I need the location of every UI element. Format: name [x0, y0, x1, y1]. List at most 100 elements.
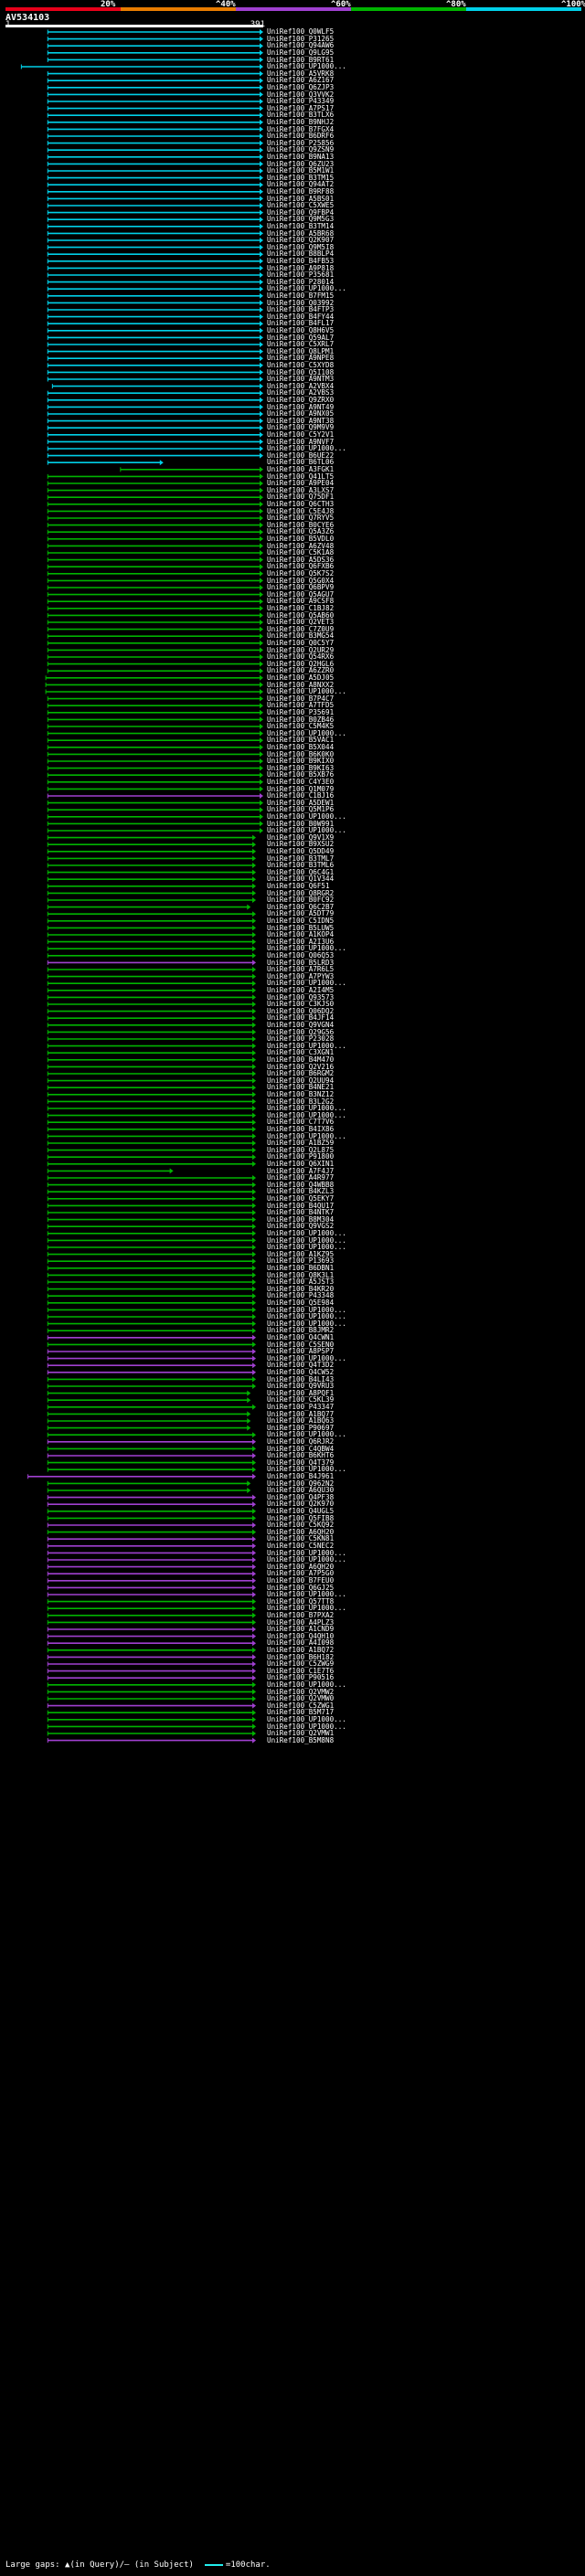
hit-bar[interactable]	[47, 779, 263, 785]
hit-bar[interactable]	[47, 1091, 257, 1097]
hit-bar[interactable]	[47, 494, 263, 501]
hit-bar[interactable]	[47, 99, 263, 104]
hit-bar[interactable]	[47, 411, 263, 417]
hit-bar[interactable]	[47, 772, 263, 779]
hit-bar[interactable]	[47, 1230, 257, 1236]
hit-bar[interactable]	[47, 1542, 257, 1549]
hit-bar[interactable]	[47, 1411, 251, 1417]
hit-bar[interactable]	[47, 925, 257, 931]
hit-bar[interactable]	[47, 1210, 257, 1215]
hit-bar[interactable]	[47, 1029, 257, 1035]
hit-bar[interactable]	[47, 1397, 251, 1404]
hit-bar[interactable]	[47, 570, 263, 577]
hit-bar[interactable]	[47, 522, 263, 528]
hit-bar[interactable]	[47, 1002, 257, 1007]
hit-bar[interactable]	[47, 473, 263, 480]
hit-bar[interactable]	[47, 70, 263, 77]
hit-bar[interactable]	[47, 272, 263, 278]
hit-bar[interactable]	[47, 1501, 257, 1508]
hit-bar[interactable]	[47, 605, 263, 611]
hit-bar[interactable]	[47, 1390, 251, 1396]
hit-bar[interactable]	[20, 64, 263, 69]
hit-bar[interactable]	[47, 209, 263, 216]
hit-bar[interactable]	[47, 515, 263, 521]
hit-bar[interactable]	[47, 695, 263, 702]
hit-bar[interactable]	[47, 946, 257, 952]
hit-bar[interactable]	[47, 369, 263, 376]
hit-bar[interactable]	[47, 1085, 257, 1091]
hit-bar[interactable]	[47, 265, 263, 271]
hit-bar[interactable]	[47, 292, 263, 299]
hit-bar[interactable]	[47, 1341, 257, 1348]
hit-bar[interactable]	[47, 869, 257, 875]
hit-bar[interactable]	[47, 981, 257, 987]
hit-bar[interactable]	[47, 917, 257, 924]
hit-bar[interactable]	[47, 1077, 257, 1084]
hit-bar[interactable]	[47, 1265, 257, 1271]
hit-bar[interactable]	[47, 1564, 257, 1570]
hit-bar[interactable]	[47, 1195, 257, 1202]
hit-bar[interactable]	[47, 487, 263, 493]
hit-bar[interactable]	[47, 626, 263, 632]
hit-bar[interactable]	[47, 348, 263, 355]
hit-bar[interactable]	[47, 1258, 257, 1265]
hit-bar[interactable]	[47, 730, 263, 737]
hit-bar[interactable]	[47, 1362, 257, 1369]
hit-bar[interactable]	[47, 1571, 257, 1577]
hit-bar[interactable]	[47, 1133, 257, 1140]
hit-bar[interactable]	[47, 1376, 257, 1383]
hit-bar[interactable]	[47, 973, 257, 980]
hit-bar[interactable]	[47, 404, 263, 410]
hit-bar[interactable]	[47, 418, 263, 424]
hit-bar[interactable]	[47, 1716, 257, 1723]
hit-bar[interactable]	[47, 737, 263, 744]
hit-bar[interactable]	[47, 1245, 257, 1250]
hit-bar[interactable]	[47, 938, 257, 945]
hit-bar[interactable]	[47, 612, 263, 619]
hit-bar[interactable]	[47, 633, 263, 640]
hit-bar[interactable]	[47, 1369, 257, 1375]
hit-bar[interactable]	[47, 84, 263, 90]
hit-bar[interactable]	[47, 1459, 257, 1466]
hit-bar[interactable]	[47, 1619, 257, 1626]
hit-bar[interactable]	[47, 238, 263, 243]
hit-bar[interactable]	[47, 133, 263, 139]
hit-bar[interactable]	[47, 1043, 257, 1049]
hit-bar[interactable]	[47, 1661, 257, 1667]
hit-bar[interactable]	[47, 1106, 257, 1111]
hit-bar[interactable]	[47, 1272, 257, 1278]
hit-bar[interactable]	[47, 1585, 257, 1591]
hit-bar[interactable]	[47, 244, 263, 250]
hit-bar[interactable]	[47, 203, 263, 208]
hit-bar[interactable]	[47, 425, 263, 431]
hit-bar[interactable]	[47, 876, 257, 883]
hit-bar[interactable]	[47, 591, 263, 598]
hit-bar[interactable]	[47, 661, 263, 667]
hit-bar[interactable]	[47, 863, 257, 868]
hit-bar[interactable]	[47, 1606, 257, 1612]
hit-bar[interactable]	[47, 390, 263, 397]
hit-bar[interactable]	[47, 793, 263, 799]
hit-bar[interactable]	[47, 647, 263, 653]
hit-bar[interactable]	[47, 640, 263, 646]
hit-bar[interactable]	[47, 1251, 257, 1257]
hit-bar[interactable]	[47, 1612, 257, 1618]
hit-bar[interactable]	[47, 1279, 257, 1285]
hit-bar[interactable]	[47, 994, 257, 1001]
hit-bar[interactable]	[47, 1467, 257, 1473]
hit-bar[interactable]	[47, 813, 263, 820]
hit-bar[interactable]	[47, 57, 263, 63]
hit-bar[interactable]	[47, 543, 263, 549]
hit-bar[interactable]	[47, 1536, 257, 1542]
hit-bar[interactable]	[47, 959, 257, 966]
hit-bar[interactable]	[47, 564, 263, 570]
hit-bar[interactable]	[47, 855, 257, 862]
hit-bar[interactable]	[47, 1480, 251, 1487]
hit-bar[interactable]	[47, 251, 263, 258]
hit-bar[interactable]	[47, 362, 263, 368]
hit-bar[interactable]	[47, 105, 263, 111]
hit-bar[interactable]	[47, 286, 263, 292]
hit-bar[interactable]	[47, 911, 257, 917]
hit-bar[interactable]	[47, 765, 263, 771]
hit-bar[interactable]	[47, 890, 257, 896]
